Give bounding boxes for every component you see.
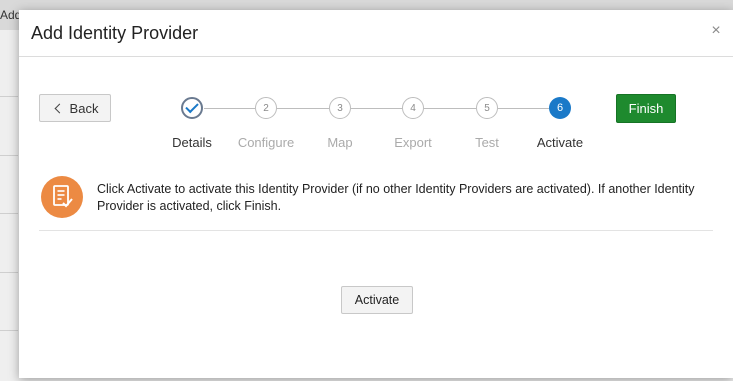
step-number: 3 — [337, 102, 343, 114]
activate-button[interactable]: Activate — [341, 286, 413, 314]
checkmark-icon — [185, 99, 199, 114]
step-3-indicator[interactable]: 3 — [329, 97, 351, 119]
step-connector — [498, 108, 549, 109]
step-2-indicator[interactable]: 2 — [255, 97, 277, 119]
add-identity-provider-dialog: Add Identity Provider × Back Details 2 Con… — [19, 10, 733, 378]
step-number: 6 — [556, 102, 564, 114]
step-number: 4 — [410, 102, 416, 114]
activation-message: Click Activate to activate this Identity… — [97, 182, 695, 213]
step-4-label[interactable]: Export — [373, 135, 453, 150]
background-divider — [0, 155, 18, 156]
step-6-indicator[interactable]: 6 — [549, 97, 571, 119]
step-5-indicator[interactable]: 5 — [476, 97, 498, 119]
step-6-label[interactable]: Activate — [520, 135, 600, 150]
finish-button[interactable]: Finish — [616, 94, 676, 123]
step-number: 2 — [263, 102, 269, 114]
step-connector — [351, 108, 402, 109]
document-checklist-icon — [41, 176, 83, 218]
step-1-indicator[interactable] — [181, 97, 203, 119]
background-divider — [0, 96, 18, 97]
step-4-indicator[interactable]: 4 — [402, 97, 424, 119]
section-divider — [39, 230, 713, 231]
step-3-label[interactable]: Map — [300, 135, 380, 150]
step-connector — [204, 108, 255, 109]
background-divider — [0, 272, 18, 273]
background-divider — [0, 213, 18, 214]
step-2-label[interactable]: Configure — [226, 135, 306, 150]
step-1-label[interactable]: Details — [152, 135, 232, 150]
step-number: 5 — [484, 102, 490, 114]
step-connector — [277, 108, 329, 109]
step-train: Details 2 Configure 3 Map 4 Export 5 Test 6 Activa… — [19, 10, 733, 160]
background-divider — [0, 330, 18, 331]
step-5-label[interactable]: Test — [447, 135, 527, 150]
step-connector — [424, 108, 476, 109]
